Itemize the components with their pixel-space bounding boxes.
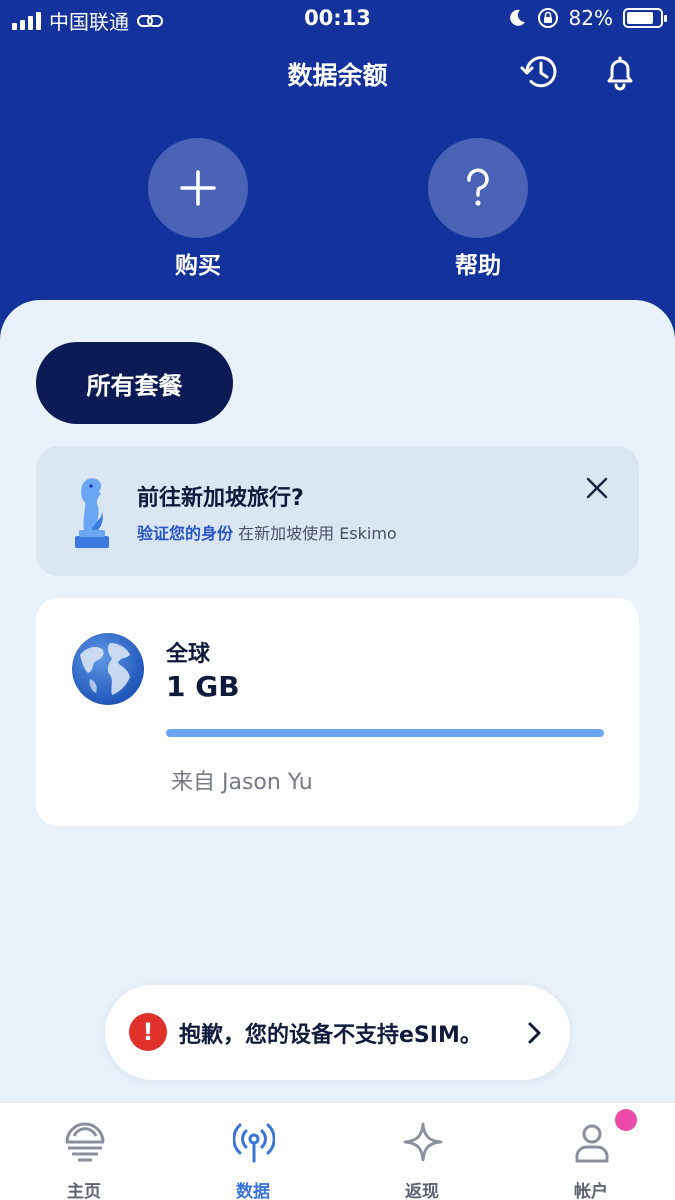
battery-icon	[623, 8, 667, 28]
verify-identity-link[interactable]: 验证您的身份	[137, 524, 233, 543]
notifications-button[interactable]	[598, 50, 642, 94]
history-icon	[520, 56, 557, 88]
plan-region: 全球	[166, 642, 211, 667]
promo-subtitle-text: 在新加坡使用 Eskimo	[233, 524, 397, 543]
singapore-promo-banner[interactable]: 前往新加坡旅行? 验证您的身份 在新加坡使用 Eskimo	[36, 446, 639, 576]
notification-badge-dot	[615, 1109, 637, 1131]
bell-icon	[607, 56, 633, 91]
data-signal-icon	[233, 1123, 275, 1163]
bottom-nav: 主页 数据 返现 帐户	[0, 1102, 675, 1200]
moon-icon	[509, 9, 525, 26]
promo-title: 前往新加坡旅行?	[137, 486, 304, 511]
promo-subtitle: 验证您的身份 在新加坡使用 Eskimo	[137, 520, 397, 544]
error-icon: !	[129, 1013, 167, 1051]
sparkle-icon	[403, 1122, 443, 1162]
question-icon	[467, 168, 489, 206]
help-button-circle[interactable]	[428, 138, 528, 238]
esim-unsupported-toast[interactable]: ! 抱歉，您的设备不支持eSIM。	[105, 985, 570, 1080]
plus-icon	[180, 170, 216, 206]
nav-label-cashback: 返现	[405, 1182, 439, 1200]
status-bar: 中国联通 00:13 82%	[0, 0, 675, 38]
merlion-icon	[75, 478, 109, 548]
nav-item-account[interactable]: 帐户	[507, 1103, 675, 1200]
page-title: 数据余额	[287, 61, 388, 90]
data-progress-fill	[166, 729, 604, 737]
plan-data-amount: 1 GB	[166, 670, 240, 703]
toast-message: 抱歉，您的设备不支持eSIM。	[179, 1023, 482, 1048]
nav-label-home: 主页	[67, 1182, 101, 1200]
nav-label-data: 数据	[236, 1182, 270, 1200]
buy-label: 购买	[175, 253, 221, 279]
buy-button-circle[interactable]	[148, 138, 248, 238]
help-label: 帮助	[455, 253, 501, 279]
account-icon	[575, 1124, 609, 1163]
close-icon	[586, 477, 608, 499]
nav-item-data[interactable]: 数据	[169, 1103, 337, 1200]
plan-card[interactable]: 全球 1 GB 来自 Jason Yu	[36, 598, 639, 826]
globe-icon	[72, 633, 144, 705]
nav-label-account: 帐户	[574, 1182, 608, 1200]
battery-percent: 82%	[568, 6, 613, 30]
rotation-lock-icon	[537, 8, 558, 28]
all-plans-chip[interactable]: 所有套餐	[36, 342, 233, 424]
chevron-right-icon	[528, 1022, 541, 1044]
home-icon	[65, 1122, 105, 1162]
buy-button[interactable]: 购买	[148, 138, 248, 280]
title-bar: 数据余额	[0, 50, 675, 94]
nav-item-home[interactable]: 主页	[0, 1103, 168, 1200]
plan-sender: 来自 Jason Yu	[171, 770, 313, 795]
history-button[interactable]	[518, 50, 562, 94]
help-button[interactable]: 帮助	[428, 138, 528, 280]
nav-item-cashback[interactable]: 返现	[338, 1103, 506, 1200]
promo-close-button[interactable]	[583, 474, 611, 502]
data-progress-bar	[166, 729, 604, 737]
